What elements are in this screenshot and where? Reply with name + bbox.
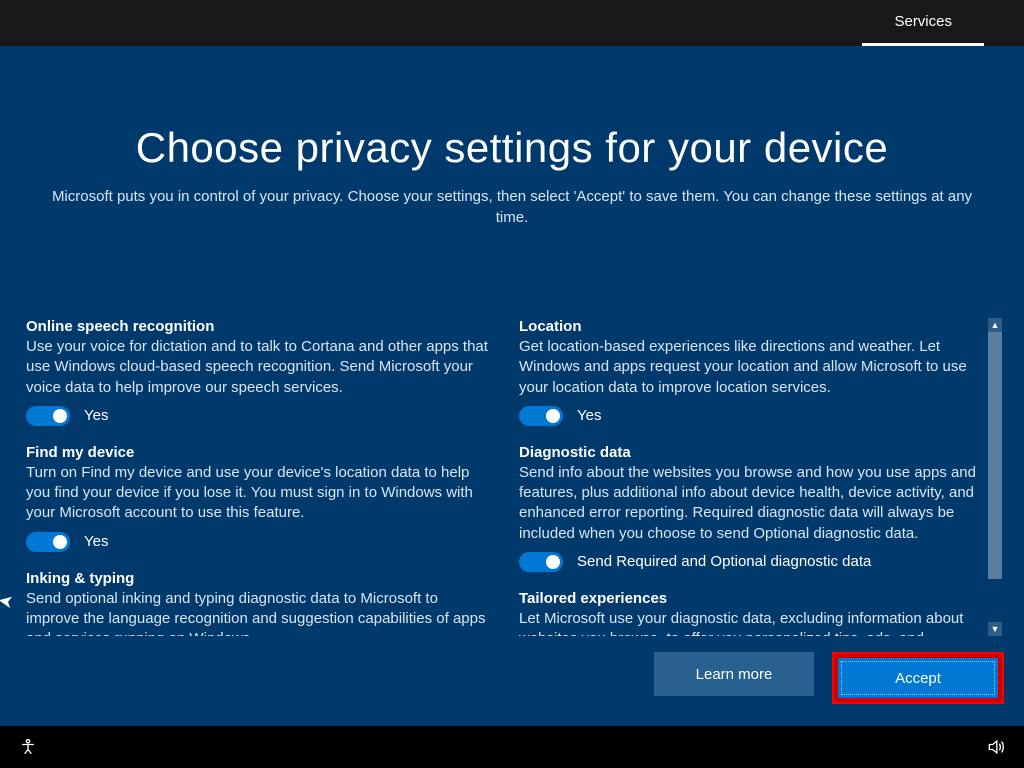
cursor-icon: ➤ bbox=[0, 590, 15, 613]
settings-right-column: Location Get location-based experiences … bbox=[519, 318, 984, 636]
scroll-thumb[interactable] bbox=[988, 332, 1002, 579]
toggle-label: Yes bbox=[577, 407, 601, 424]
settings-left-column: Online speech recognition Use your voice… bbox=[26, 318, 491, 636]
scroll-up-icon[interactable]: ▲ bbox=[988, 318, 1002, 332]
toggle-find-my-device[interactable] bbox=[26, 532, 70, 552]
page-title: Choose privacy settings for your device bbox=[0, 124, 1024, 172]
setting-desc: Get location-based experiences like dire… bbox=[519, 337, 984, 398]
toggle-label: Yes bbox=[84, 407, 108, 424]
topbar: Services bbox=[0, 0, 1024, 46]
heading: Choose privacy settings for your device bbox=[0, 46, 1024, 172]
toggle-location[interactable] bbox=[519, 406, 563, 426]
toggle-speech[interactable] bbox=[26, 406, 70, 426]
setting-desc: Let Microsoft use your diagnostic data, … bbox=[519, 609, 984, 636]
scroll-track[interactable] bbox=[988, 332, 1002, 622]
toggle-label: Send Required and Optional diagnostic da… bbox=[577, 553, 871, 570]
setting-desc: Turn on Find my device and use your devi… bbox=[26, 463, 491, 524]
toggle-label: Yes bbox=[84, 533, 108, 550]
setting-title: Inking & typing bbox=[26, 570, 491, 587]
setting-title: Online speech recognition bbox=[26, 318, 491, 335]
setting-diagnostic: Diagnostic data Send info about the webs… bbox=[519, 444, 984, 572]
accept-highlight: Accept bbox=[832, 652, 1004, 704]
setting-find-my-device: Find my device Turn on Find my device an… bbox=[26, 444, 491, 552]
setting-desc: Send info about the websites you browse … bbox=[519, 463, 984, 544]
setting-title: Tailored experiences bbox=[519, 590, 984, 607]
setting-desc: Send optional inking and typing diagnost… bbox=[26, 589, 491, 637]
setting-title: Location bbox=[519, 318, 984, 335]
accept-button[interactable]: Accept bbox=[838, 658, 998, 698]
main-panel: Choose privacy settings for your device … bbox=[0, 46, 1024, 726]
setting-tailored: Tailored experiences Let Microsoft use y… bbox=[519, 590, 984, 636]
bottombar bbox=[0, 726, 1024, 768]
tab-services[interactable]: Services bbox=[862, 0, 984, 46]
scroll-down-icon[interactable]: ▼ bbox=[988, 622, 1002, 636]
setting-desc: Use your voice for dictation and to talk… bbox=[26, 337, 491, 398]
setting-inking: Inking & typing Send optional inking and… bbox=[26, 570, 491, 637]
setting-title: Find my device bbox=[26, 444, 491, 461]
volume-icon[interactable] bbox=[986, 737, 1006, 757]
learn-more-button[interactable]: Learn more bbox=[654, 652, 814, 696]
scrollbar[interactable]: ▲ ▼ bbox=[988, 318, 1002, 636]
setting-speech: Online speech recognition Use your voice… bbox=[26, 318, 491, 426]
settings-area: Online speech recognition Use your voice… bbox=[26, 318, 1002, 636]
setting-location: Location Get location-based experiences … bbox=[519, 318, 984, 426]
toggle-diagnostic[interactable] bbox=[519, 552, 563, 572]
setting-title: Diagnostic data bbox=[519, 444, 984, 461]
accessibility-icon[interactable] bbox=[18, 737, 38, 757]
footer-buttons: Learn more Accept bbox=[654, 652, 1004, 704]
page-subtitle: Microsoft puts you in control of your pr… bbox=[42, 186, 982, 228]
